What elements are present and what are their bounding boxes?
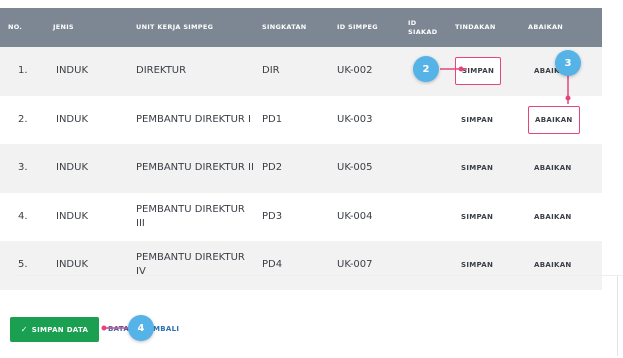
simpan-button[interactable]: SIMPAN bbox=[455, 155, 499, 181]
row-id-siakad bbox=[402, 193, 449, 242]
row-jenis: INDUK bbox=[56, 259, 89, 271]
save-data-label: SIMPAN DATA bbox=[31, 325, 89, 334]
row-jenis: INDUK bbox=[56, 210, 89, 222]
row-id-simpeg: UK-007 bbox=[337, 259, 373, 271]
row-no: 3. bbox=[18, 162, 28, 174]
unit-mapping-table-container: NO. JENIS UNIT KERJA SIMPEG SINGKATAN ID… bbox=[0, 8, 602, 290]
simpan-button[interactable]: SIMPAN bbox=[455, 204, 499, 230]
row-singkatan: PD2 bbox=[262, 162, 283, 174]
header-jenis: JENIS bbox=[53, 23, 74, 31]
step-marker-3: 3 bbox=[555, 50, 581, 76]
abaikan-button[interactable]: ABAIKAN bbox=[528, 155, 578, 181]
row-singkatan: DIR bbox=[262, 65, 280, 77]
row-jenis: INDUK bbox=[56, 65, 89, 77]
row-unit-kerja: PEMBANTU DIREKTUR I bbox=[136, 113, 251, 125]
row-id-simpeg: UK-004 bbox=[337, 210, 373, 222]
abaikan-button[interactable]: ABAIKAN bbox=[528, 204, 578, 230]
row-id-siakad bbox=[402, 96, 449, 145]
table-row: 5. INDUK PEMBANTU DIREKTUR IV PD4 UK-007… bbox=[0, 241, 602, 290]
row-id-siakad bbox=[402, 144, 449, 193]
unit-mapping-table: NO. JENIS UNIT KERJA SIMPEG SINGKATAN ID… bbox=[0, 8, 602, 290]
row-no: 4. bbox=[18, 210, 28, 222]
abaikan-button[interactable]: ABAIKAN bbox=[528, 105, 580, 134]
panel-border bbox=[617, 276, 618, 356]
check-icon: ✓ bbox=[20, 325, 28, 334]
row-id-simpeg: UK-002 bbox=[337, 65, 373, 77]
table-row: 2. INDUK PEMBANTU DIREKTUR I PD1 UK-003 … bbox=[0, 96, 602, 145]
row-singkatan: PD1 bbox=[262, 113, 283, 125]
save-data-button[interactable]: ✓ SIMPAN DATA bbox=[10, 317, 99, 342]
header-unit-kerja: UNIT KERJA SIMPEG bbox=[136, 23, 214, 31]
row-no: 5. bbox=[18, 259, 28, 271]
row-singkatan: PD3 bbox=[262, 210, 283, 222]
row-id-simpeg: UK-003 bbox=[337, 113, 373, 125]
header-id-simpeg: ID SIMPEG bbox=[337, 23, 378, 31]
step-marker-4: 4 bbox=[128, 315, 154, 341]
header-tindakan: TINDAKAN bbox=[455, 23, 496, 31]
row-no: 1. bbox=[18, 65, 28, 77]
row-singkatan: PD4 bbox=[262, 259, 283, 271]
row-id-siakad bbox=[402, 241, 449, 290]
header-singkatan: SINGKATAN bbox=[262, 23, 307, 31]
step-marker-2: 2 bbox=[413, 56, 439, 82]
row-unit-kerja: PEMBANTU DIREKTUR III bbox=[136, 203, 245, 229]
row-unit-kerja: PEMBANTU DIREKTUR IV bbox=[136, 252, 245, 278]
row-jenis: INDUK bbox=[56, 113, 89, 125]
table-header-row: NO. JENIS UNIT KERJA SIMPEG SINGKATAN ID… bbox=[0, 8, 602, 47]
footer-divider bbox=[16, 275, 623, 276]
header-id-siakad: ID SIAKAD bbox=[408, 18, 438, 36]
connector-dot-4 bbox=[101, 325, 107, 331]
row-jenis: INDUK bbox=[56, 162, 89, 174]
table-row: 3. INDUK PEMBANTU DIREKTUR II PD2 UK-005… bbox=[0, 144, 602, 193]
header-abaikan: ABAIKAN bbox=[528, 23, 564, 31]
table-row: 1. INDUK DIREKTUR DIR UK-002 SIMPAN ABAI… bbox=[0, 47, 602, 96]
simpan-button[interactable]: SIMPAN bbox=[455, 107, 499, 133]
row-id-simpeg: UK-005 bbox=[337, 162, 373, 174]
row-unit-kerja: DIREKTUR bbox=[136, 65, 187, 77]
header-no: NO. bbox=[8, 23, 23, 31]
simpan-button[interactable]: SIMPAN bbox=[455, 57, 502, 86]
row-unit-kerja: PEMBANTU DIREKTUR II bbox=[136, 162, 254, 174]
table-row: 4. INDUK PEMBANTU DIREKTUR III PD3 UK-00… bbox=[0, 193, 602, 242]
row-no: 2. bbox=[18, 113, 28, 125]
